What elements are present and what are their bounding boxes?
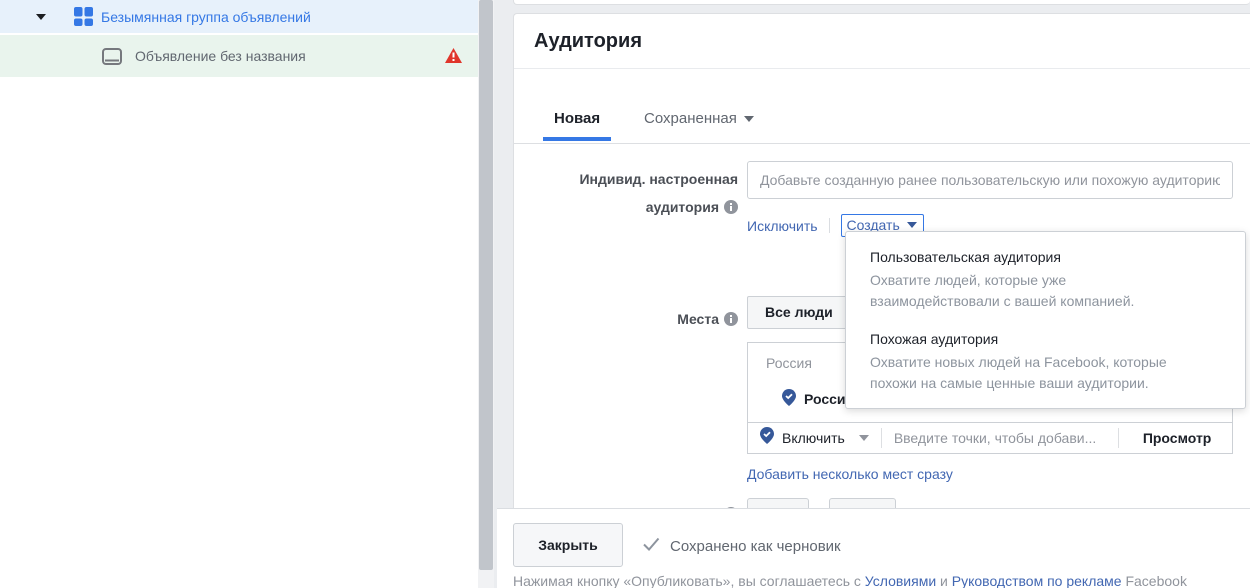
editor-footer: Закрыть Сохранено как черновик Нажимая к… [497, 508, 1250, 588]
places-label: Места [514, 311, 738, 329]
chevron-down-icon [907, 222, 917, 228]
ad-group-icon [74, 7, 93, 26]
section-title: Аудитория [534, 30, 642, 53]
menu-item-custom-audience[interactable]: Пользовательская аудитория Охватите люде… [846, 249, 1245, 312]
location-points-input[interactable] [894, 430, 1106, 446]
sidebar-scrollbar[interactable] [478, 0, 494, 588]
chevron-down-icon[interactable] [859, 435, 869, 441]
campaign-tree-sidebar: Безымянная группа объявлений Объявление … [0, 0, 478, 588]
location-pin-icon [760, 427, 774, 449]
sidebar-item-ad-group[interactable]: Безымянная группа объявлений [0, 0, 478, 33]
chevron-down-icon [744, 116, 754, 122]
location-query-text: Россия [766, 355, 812, 371]
custom-audience-label: Индивид. настроенная аудитория [514, 165, 738, 223]
close-button[interactable]: Закрыть [513, 523, 623, 567]
ad-group-label: Безымянная группа объявлений [101, 9, 311, 25]
separator [829, 218, 830, 233]
separator [881, 428, 882, 448]
tabs-divider [514, 143, 1250, 144]
draft-status: Сохранено как черновик [643, 531, 841, 561]
tab-saved-audience[interactable]: Сохраненная [644, 110, 754, 127]
menu-item-lookalike-audience[interactable]: Похожая аудитория Охватите новых людей н… [846, 331, 1245, 394]
legal-text: Нажимая кнопку «Опубликовать», вы соглаш… [513, 573, 1187, 588]
sidebar-item-ad[interactable]: Объявление без названия [0, 35, 478, 77]
scrollbar-thumb[interactable] [479, 0, 493, 570]
tab-new-label: Новая [554, 110, 600, 127]
create-audience-menu: Пользовательская аудитория Охватите люде… [845, 231, 1246, 409]
info-icon[interactable] [724, 312, 738, 329]
exclude-link[interactable]: Исключить [747, 218, 818, 234]
location-suggestion-row[interactable]: Россия [782, 389, 854, 409]
tab-saved-label: Сохраненная [644, 110, 737, 127]
ad-icon [102, 48, 122, 65]
add-bulk-locations-link[interactable]: Добавить несколько мест сразу [747, 466, 953, 482]
draft-status-text: Сохранено как черновик [670, 538, 841, 555]
info-icon[interactable] [724, 195, 738, 223]
location-pin-icon [782, 389, 796, 409]
browse-locations-button[interactable]: Просмотр [1143, 430, 1212, 446]
terms-link[interactable]: Условиями [865, 573, 936, 588]
collapse-caret-icon[interactable] [36, 14, 46, 20]
warning-icon [445, 48, 462, 63]
ad-label: Объявление без названия [135, 48, 306, 64]
location-include-row: Включить Просмотр [747, 422, 1233, 454]
separator [1118, 428, 1119, 448]
divider [514, 68, 1250, 69]
ad-guidelines-link[interactable]: Руководством по рекламе [952, 573, 1122, 588]
include-dropdown[interactable]: Включить [782, 430, 845, 446]
check-icon [643, 537, 660, 555]
previous-card-edge [513, 0, 1250, 5]
tab-new-audience[interactable]: Новая [543, 110, 611, 141]
custom-audience-input[interactable] [747, 161, 1233, 199]
